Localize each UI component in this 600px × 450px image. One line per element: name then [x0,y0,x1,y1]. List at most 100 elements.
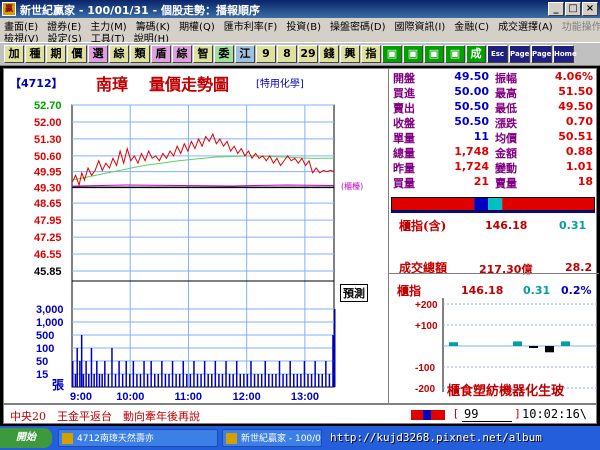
toolbar-button[interactable]: 加 [4,45,24,63]
sector-bar[interactable] [561,341,570,346]
sector-bar[interactable] [513,341,522,346]
toolbar-button[interactable]: 興 [340,45,360,63]
news-ticker[interactable]: 中央20 王金平返台 動向牽年後再說 [10,408,200,424]
chart-canvas[interactable]: 9:00 10:00 11:00 12:00 13:00 52.70 52.00 51.30 5… [4,69,388,405]
volume-bar [211,374,213,387]
menu-bar: 畫面(E) 證券(E) 主力(M) 籌碼(K) 期權(Q) 匯市利率(F) 投資(B) 操盤密… [0,18,600,45]
toolbar-button[interactable]: 種 [25,45,45,63]
industry-label: [特用化學] [256,79,304,90]
sector-bar[interactable] [529,346,538,348]
toolbar-button[interactable]: 選 [88,45,108,63]
start-button[interactable]: 開始 [0,428,52,448]
sector-name[interactable]: 機 [499,384,512,399]
toolbar-button[interactable]: 綜 [172,45,192,63]
quote-value: 0.88 [565,145,593,158]
toolbar-button[interactable]: Page [531,45,552,63]
quote-row: 收盤 50.50 漲跌 0.70 [389,115,599,130]
volume-bar [250,361,252,387]
intraday-chart[interactable]: 9:00 10:00 11:00 12:00 13:00 52.70 52.00 51.30 5… [4,69,388,405]
status-indicator [411,410,445,420]
quote-label: 均價 [495,132,517,145]
price-tick-label: 51.30 [34,134,62,146]
volume-bar [317,374,320,387]
volume-bar [228,374,231,387]
quote-value: 50.50 [454,115,489,128]
toolbar-button[interactable]: Page [509,45,530,63]
taskbar-item-stock[interactable]: 4712南璋天然壽亦 [58,429,218,447]
menu-item[interactable]: 投資(B) [286,22,321,33]
toolbar-button[interactable]: ▣ [424,45,444,63]
sector-tick-label: +200 [415,300,438,311]
sector-name[interactable]: 食 [460,384,473,399]
quote-row: 昨量 1,724 變動 1.01 [389,160,599,175]
maximize-button[interactable]: □ [565,2,581,16]
volume-bar [96,361,98,387]
sector-name[interactable]: 器 [512,384,525,399]
toolbar-button[interactable]: ▣ [445,45,465,63]
sector-name[interactable]: 生 [538,384,551,399]
toolbar-button[interactable]: 委 [214,45,234,63]
quote-row: 買進 50.00 最高 51.50 [389,85,599,100]
toolbar-button[interactable]: 期 [46,45,66,63]
volume-bar [218,374,220,387]
volume-bar [125,361,127,387]
volume-bar [161,361,163,387]
bid-volume-bar [392,198,475,210]
sector-name[interactable]: 櫃 [447,384,460,399]
volume-bar [118,361,120,387]
taskbar-item-app[interactable]: 新世紀贏家 - 100/01/... [222,429,322,447]
close-button[interactable]: × [582,2,598,16]
volume-tick-label: 1,000 [36,317,64,329]
toolbar-button[interactable]: 類 [130,45,150,63]
predict-button[interactable]: 預測 [340,284,368,302]
otc-index-label: 櫃指(含) [399,219,447,233]
stock-code-input[interactable] [462,406,512,422]
quote-value: 21 [473,175,489,188]
menu-item[interactable]: 操盤密碼(D) [330,22,386,33]
menu-item[interactable]: 國際資訊(I) [395,22,446,33]
volume-tick-label: 50 [36,356,48,368]
toolbar-button[interactable]: ▣ [403,45,423,63]
toolbar-button[interactable]: 9 [256,45,276,63]
toolbar-button[interactable]: 智 [193,45,213,63]
volume-bar [72,361,74,387]
toolbar-button[interactable]: 成 [466,45,486,63]
toolbar-button[interactable]: 盾 [151,45,171,63]
minimize-button[interactable]: _ [548,2,564,16]
sector-bar[interactable] [449,342,458,346]
sector-tick-label: +100 [415,321,438,332]
price-tick-label: 52.70 [34,100,62,112]
sector-chart[interactable]: +200 +100 -100 -200 櫃指 146.18 0.31 0.2% 櫃食塑… [389,273,599,405]
quote-value: 1,724 [454,160,489,173]
toolbar-button[interactable]: ▣ [382,45,402,63]
toolbar-button[interactable]: 8 [277,45,297,63]
toolbar-button[interactable]: 29 [298,45,318,63]
toolbar-button[interactable]: 指 [361,45,381,63]
volume-bar [310,374,313,387]
sector-tick-label: -200 [415,384,435,395]
toolbar-button[interactable]: Home [553,45,577,63]
quote-label: 賣量 [495,177,517,190]
sector-bar[interactable] [545,346,554,353]
toolbar-button[interactable]: 錢 [319,45,339,63]
sector-name[interactable]: 化 [525,384,538,399]
volume-bar [300,374,302,387]
menu-item[interactable]: 期權(Q) [179,22,215,33]
taskbar: 開始 4712南璋天然壽亦 新世紀贏家 - 100/01/... http://… [0,426,600,450]
toolbar-button[interactable]: 綜 [109,45,129,63]
quote-row: 總量 1,748 金額 0.88 [389,145,599,160]
toolbar-button[interactable]: 價 [67,45,87,63]
toolbar-button[interactable]: 江 [235,45,255,63]
sector-name[interactable]: 玻 [551,384,564,399]
sector-name[interactable]: 紡 [486,384,499,399]
code-bracket-open: [ [454,407,459,420]
menu-item[interactable]: 成交選擇(A) [498,22,553,33]
quote-row: 買量 21 賣量 18 [389,175,599,190]
price-tick-label: 52.00 [34,117,62,129]
toolbar-button[interactable]: Esc [487,45,508,63]
menu-item[interactable]: 匯市利率(F) [224,22,278,33]
title-bar[interactable]: 贏 新世紀贏家 - 100/01/31 - 個股走勢：播報順序 _ □ × [0,0,600,18]
sector-name[interactable]: 塑 [473,384,486,399]
volume-tick-label: 15 [36,369,48,381]
menu-item[interactable]: 金融(C) [454,22,489,33]
